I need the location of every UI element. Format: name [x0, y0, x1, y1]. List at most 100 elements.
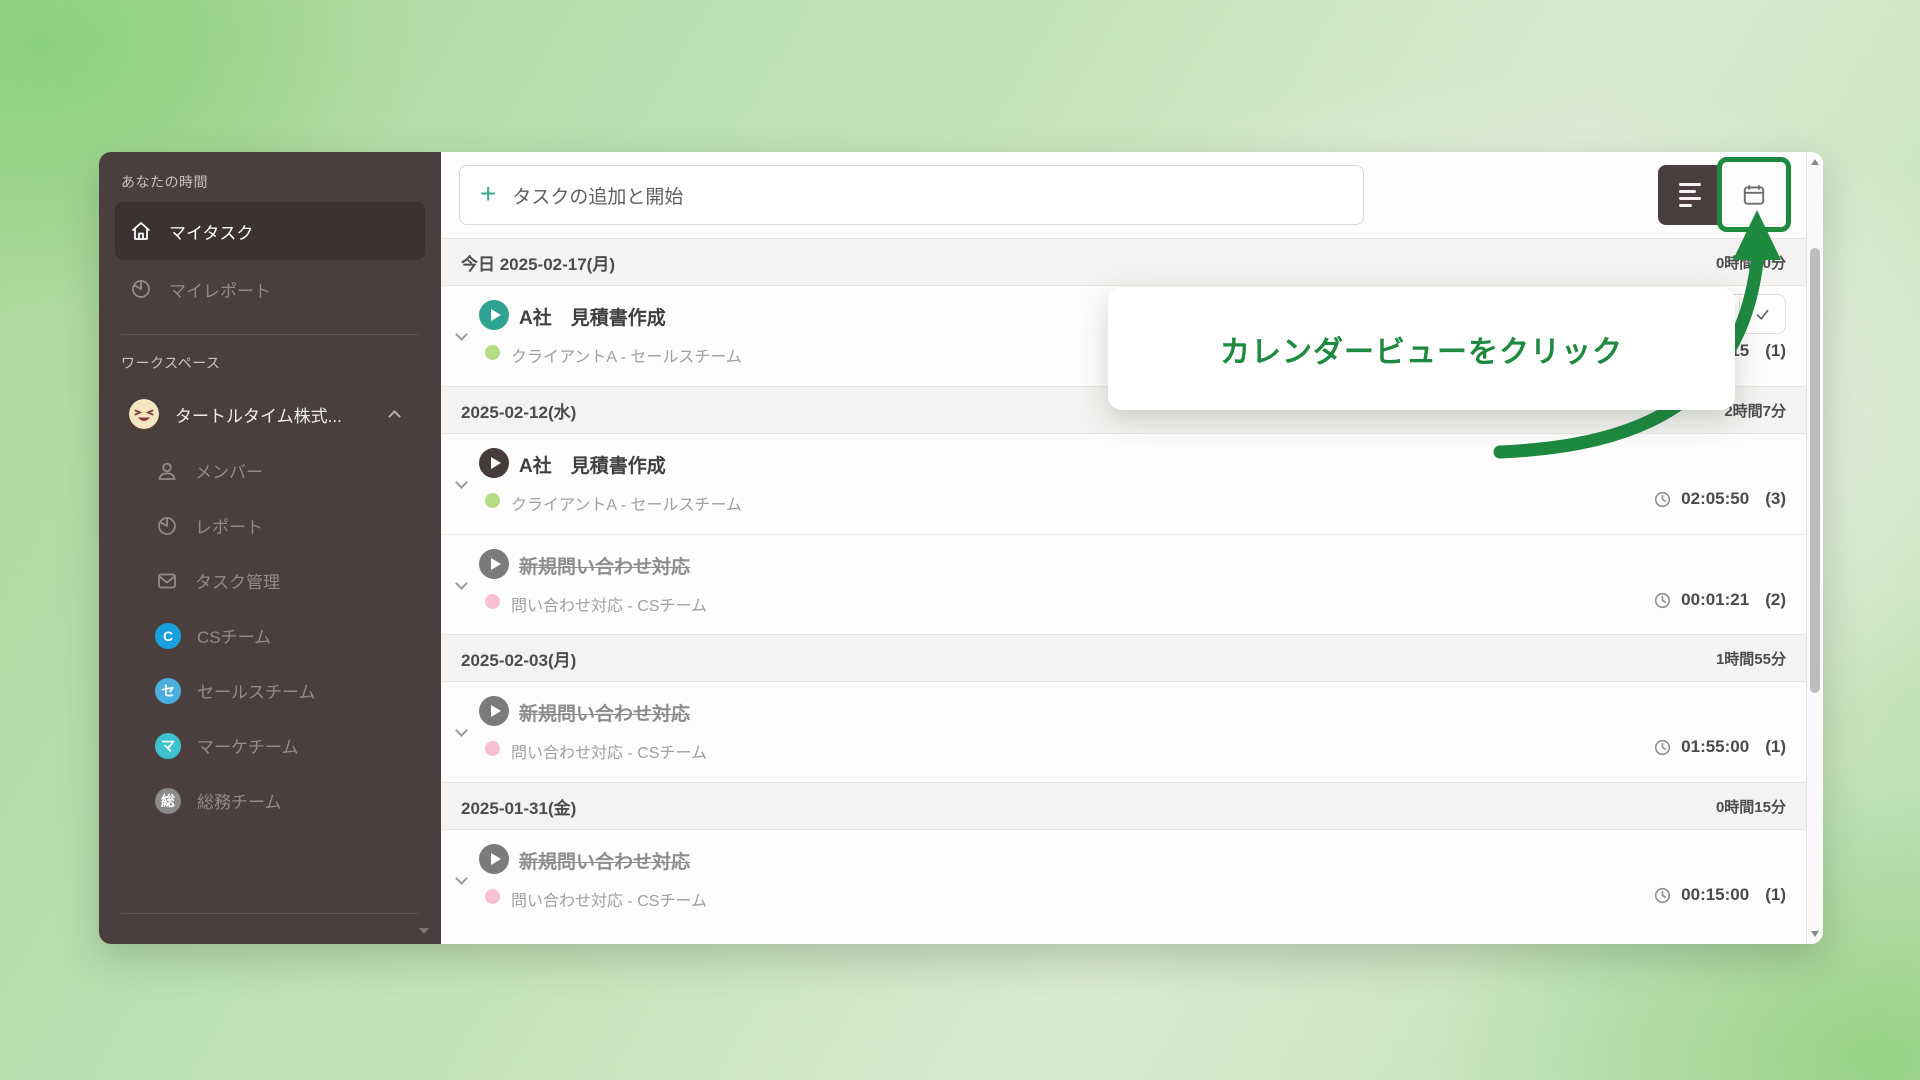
workspace-item-label: セールスチーム: [197, 678, 316, 703]
sidebar-divider: [121, 334, 419, 335]
members-icon: [155, 459, 179, 483]
vertical-scrollbar[interactable]: [1806, 152, 1823, 944]
clock-icon: [1654, 491, 1671, 508]
team-badge-icon: 総: [155, 788, 181, 814]
home-icon: [129, 219, 153, 243]
play-button[interactable]: [479, 549, 509, 579]
play-button[interactable]: [479, 448, 509, 478]
workspace-item-6[interactable]: 総総務チーム: [115, 773, 425, 828]
category-dot: [485, 345, 500, 360]
task-title: A社 見積書作成: [519, 303, 666, 330]
add-task-placeholder: タスクの追加と開始: [512, 182, 683, 209]
task-row[interactable]: 新規問い合わせ対応問い合わせ対応 - CSチーム01:55:00(1): [441, 682, 1806, 782]
sidebar-item-0[interactable]: マイタスク: [115, 202, 425, 260]
category-dot: [485, 889, 500, 904]
workspace-item-4[interactable]: セセールスチーム: [115, 663, 425, 718]
task-entry-count: (1): [1765, 737, 1786, 757]
chevron-down-icon[interactable]: [455, 476, 468, 489]
workspace-item-3[interactable]: CCSチーム: [115, 608, 425, 663]
sidebar-section-your-time: あなたの時間: [121, 172, 425, 192]
section-date: 2025-01-31(金): [461, 794, 576, 819]
plus-icon: +: [480, 180, 496, 208]
report-icon: [129, 277, 153, 301]
workspace-item-0[interactable]: メンバー: [115, 443, 425, 498]
task-time: 02:05:50: [1681, 489, 1749, 509]
section-header: 2025-02-03(月)1時間55分: [441, 634, 1806, 682]
workspace-item-label: レポート: [195, 513, 263, 538]
section-total: 2時間7分: [1724, 400, 1786, 421]
workspace-item-5[interactable]: ママーケチーム: [115, 718, 425, 773]
sidebar-divider-bottom: [121, 913, 419, 914]
section-date: 今日 2025-02-17(月): [461, 250, 615, 275]
task-category: クライアントA - セールスチーム: [511, 343, 742, 367]
play-button[interactable]: [479, 696, 509, 726]
list-view-icon: [1679, 183, 1701, 207]
task-category: 問い合わせ対応 - CSチーム: [511, 739, 707, 763]
complete-task-button[interactable]: [1739, 295, 1785, 333]
workspace-switcher[interactable]: タートルタイム株式...: [115, 385, 425, 443]
main-panel: + タスクの追加と開始 今日 2025-02-17(: [441, 152, 1806, 944]
section-header: 今日 2025-02-17(月)0時間10分: [441, 238, 1806, 286]
task-entry-count: (1): [1765, 885, 1786, 905]
calendar-view-button[interactable]: [1722, 165, 1786, 225]
chevron-down-icon[interactable]: [455, 872, 468, 885]
report-icon: [155, 514, 179, 538]
task-time: 00:01:21: [1681, 590, 1749, 610]
sidebar-item-label: マイレポート: [169, 277, 271, 302]
add-task-input[interactable]: + タスクの追加と開始: [459, 165, 1364, 225]
workspace-name: タートルタイム株式...: [175, 402, 342, 427]
sidebar-section-workspace: ワークスペース: [121, 353, 425, 373]
sidebar-top-items: マイタスクマイレポート: [115, 202, 425, 318]
callout-tooltip: カレンダービューをクリック: [1108, 287, 1735, 410]
calendar-button-wrap: [1722, 165, 1786, 225]
category-dot: [485, 741, 500, 756]
team-badge-icon: セ: [155, 678, 181, 704]
section-total: 1時間55分: [1716, 648, 1786, 669]
app-window: あなたの時間 マイタスクマイレポート ワークスペース タートルタイム株式... …: [99, 152, 1823, 944]
sidebar-scroll-down-icon: [419, 928, 429, 934]
task-entry-count: (1): [1765, 341, 1786, 361]
view-toggle: [1658, 165, 1786, 225]
workspace-item-1[interactable]: レポート: [115, 498, 425, 553]
task-title: A社 見積書作成: [519, 451, 666, 478]
check-icon: [1754, 306, 1771, 323]
task-entry-count: (3): [1765, 489, 1786, 509]
play-button[interactable]: [479, 844, 509, 874]
chevron-down-icon[interactable]: [455, 328, 468, 341]
task-time-group: 02:05:50 (3): [1654, 489, 1786, 509]
task-title: 新規問い合わせ対応: [519, 552, 690, 579]
task-entry-count: (2): [1765, 590, 1786, 610]
chevron-up-icon: [388, 410, 401, 423]
play-button[interactable]: [479, 300, 509, 330]
callout-text: カレンダービューをクリック: [1220, 327, 1623, 371]
task-title: 新規問い合わせ対応: [519, 699, 690, 726]
toolbar: + タスクの追加と開始: [441, 152, 1806, 238]
section-header: 2025-01-31(金)0時間15分: [441, 782, 1806, 830]
chevron-down-icon[interactable]: [455, 724, 468, 737]
workspace-avatar: [129, 399, 159, 429]
sidebar-bottom: [115, 897, 425, 930]
workspace-item-2[interactable]: タスク管理: [115, 553, 425, 608]
workspace-items: メンバーレポートタスク管理CCSチームセセールスチームママーケチーム総総務チーム: [115, 443, 425, 828]
workspace-item-label: タスク管理: [195, 568, 280, 593]
workspace-item-label: マーケチーム: [197, 733, 299, 758]
scroll-down-icon[interactable]: [1811, 931, 1819, 937]
clock-icon: [1654, 592, 1671, 609]
task-category: クライアントA - セールスチーム: [511, 491, 742, 515]
task-inbox-icon: [155, 569, 179, 593]
workspace-item-label: CSチーム: [197, 623, 271, 648]
task-title: 新規問い合わせ対応: [519, 847, 690, 874]
task-row[interactable]: 新規問い合わせ対応問い合わせ対応 - CSチーム 00:01:21 (2): [441, 534, 1806, 634]
task-row[interactable]: 新規問い合わせ対応問い合わせ対応 - CSチーム00:15:00(1): [441, 830, 1806, 930]
task-category: 問い合わせ対応 - CSチーム: [511, 592, 707, 616]
task-row[interactable]: A社 見積書作成クライアントA - セールスチーム 02:05:50 (3): [441, 434, 1806, 534]
sidebar-item-1[interactable]: マイレポート: [115, 260, 425, 318]
category-dot: [485, 594, 500, 609]
scrollbar-thumb[interactable]: [1810, 248, 1820, 693]
sidebar-item-label: マイタスク: [169, 219, 253, 244]
scroll-up-icon[interactable]: [1811, 159, 1819, 165]
task-category: 問い合わせ対応 - CSチーム: [511, 887, 707, 911]
team-badge-icon: マ: [155, 733, 181, 759]
chevron-down-icon[interactable]: [455, 577, 468, 590]
list-view-button[interactable]: [1658, 165, 1722, 225]
